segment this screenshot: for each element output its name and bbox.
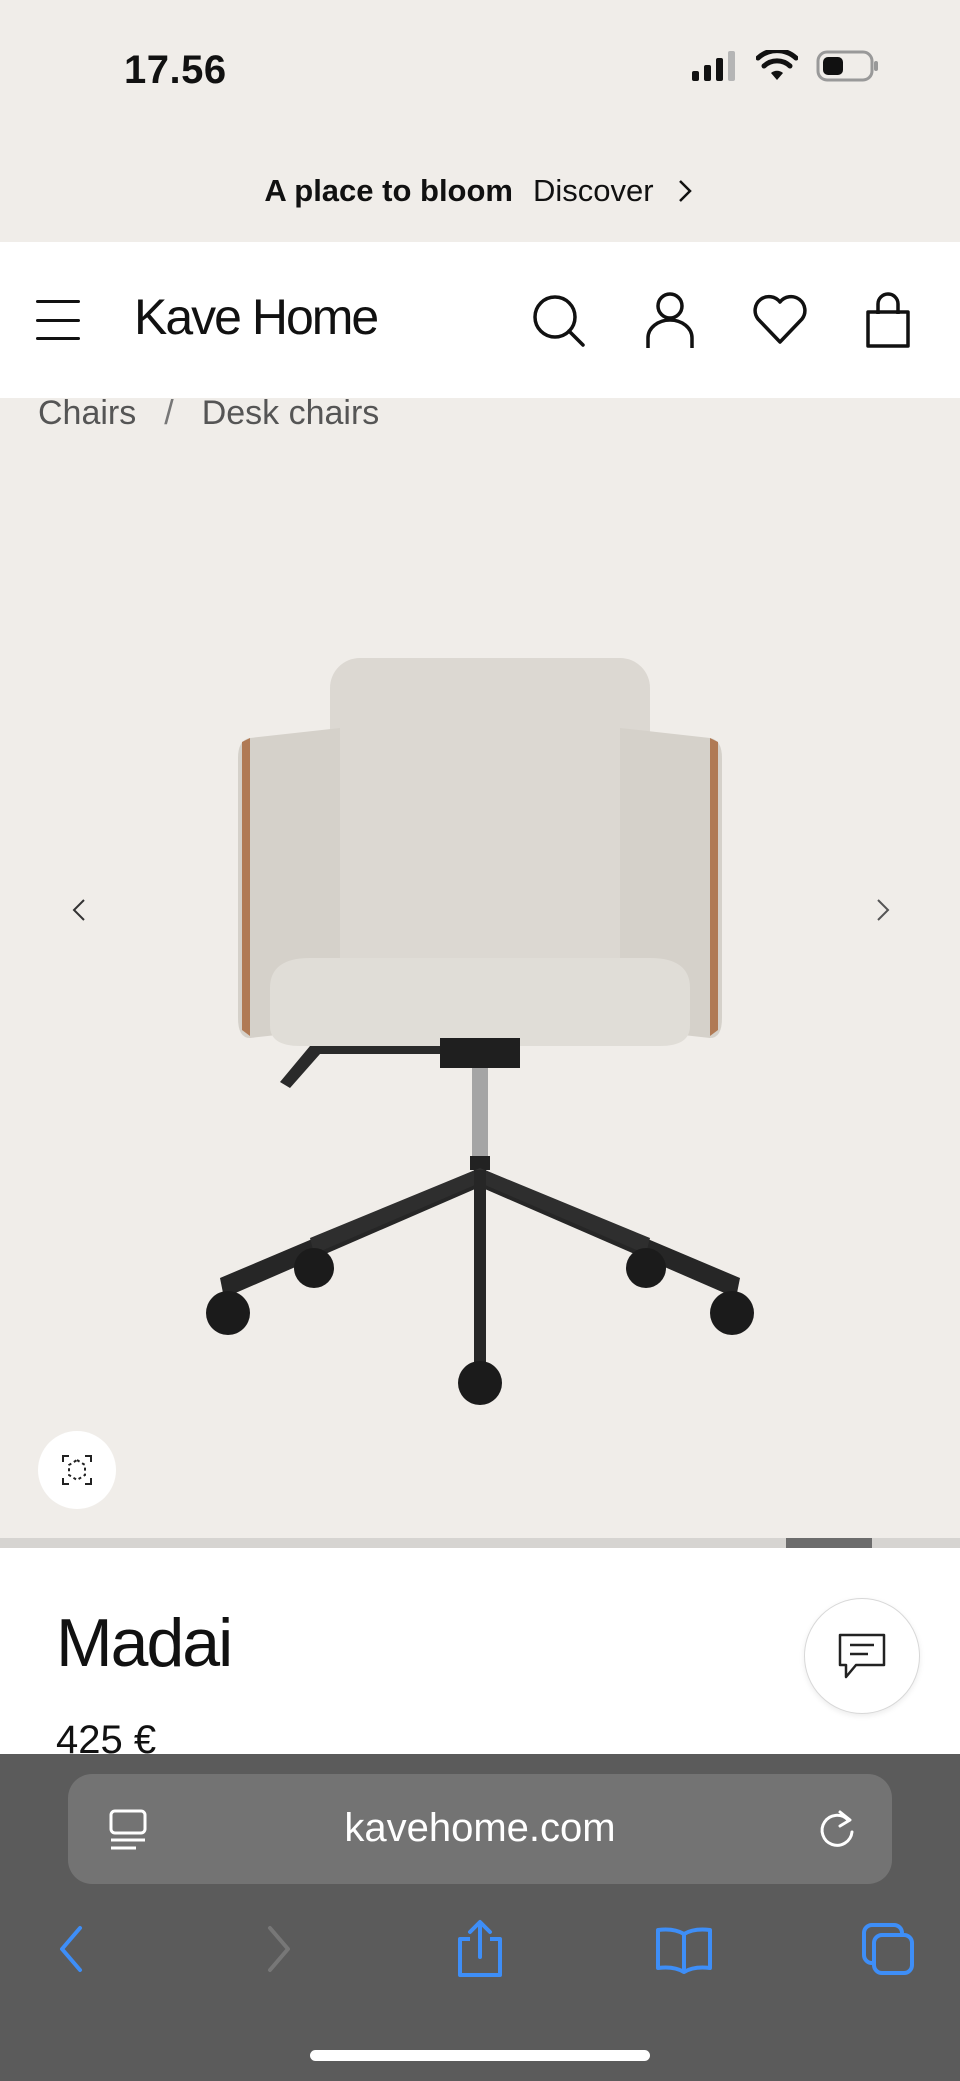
chevron-left-icon[interactable] [60,890,100,930]
wifi-icon [756,50,798,80]
product-info: Madai 425 € [0,1548,960,1762]
promo-title: A place to bloom [264,173,513,208]
address-bar[interactable]: kavehome.com [68,1774,892,1884]
ar-view-button[interactable] [38,1431,116,1509]
browser-chrome: kavehome.com [0,1754,960,2081]
breadcrumb-item-chairs[interactable]: Chairs [38,394,136,433]
battery-icon [816,50,878,82]
gallery-progress [0,1538,960,1548]
bag-icon[interactable] [858,290,918,350]
forward-icon [268,1926,290,1972]
share-icon [458,1920,502,1977]
heart-icon[interactable] [750,290,810,350]
breadcrumb: Chairs / Desk chairs [38,394,379,433]
account-icon[interactable] [640,290,700,350]
back-button[interactable] [42,1919,102,1979]
chat-icon [838,1633,886,1679]
url-text[interactable]: kavehome.com [68,1806,892,1851]
signal-icon [692,51,735,81]
product-gallery[interactable] [0,398,960,1538]
status-bar: 17.56 [0,0,960,140]
gallery-progress-indicator [786,1538,872,1548]
site-header: Kave Home [0,242,960,398]
promo-banner[interactable]: A place to bloom Discover [0,140,960,242]
browser-toolbar [0,1909,960,1989]
ar-view-icon [62,1455,92,1485]
reload-icon[interactable] [816,1808,858,1850]
breadcrumb-separator: / [164,394,174,432]
status-time: 17.56 [124,48,227,92]
bookmarks-icon [656,1927,712,1974]
chevron-right-icon[interactable] [674,178,696,204]
status-icons [690,50,880,82]
chevron-right-icon[interactable] [862,890,902,930]
bookmarks-button[interactable] [654,1919,714,1979]
product-name: Madai [56,1605,233,1681]
forward-button[interactable] [248,1919,308,1979]
tabs-icon [862,1923,914,1975]
back-icon [60,1926,82,1972]
breadcrumb-item-desk-chairs[interactable]: Desk chairs [202,394,380,433]
search-icon[interactable] [528,290,588,350]
tabs-button[interactable] [858,1919,918,1979]
logo[interactable]: Kave Home [134,288,379,346]
promo-discover-link[interactable]: Discover [533,173,654,209]
home-indicator[interactable] [310,2050,650,2061]
product-image [206,658,754,1405]
menu-icon[interactable] [36,300,80,340]
chat-button[interactable] [804,1598,920,1714]
share-button[interactable] [450,1919,510,1979]
